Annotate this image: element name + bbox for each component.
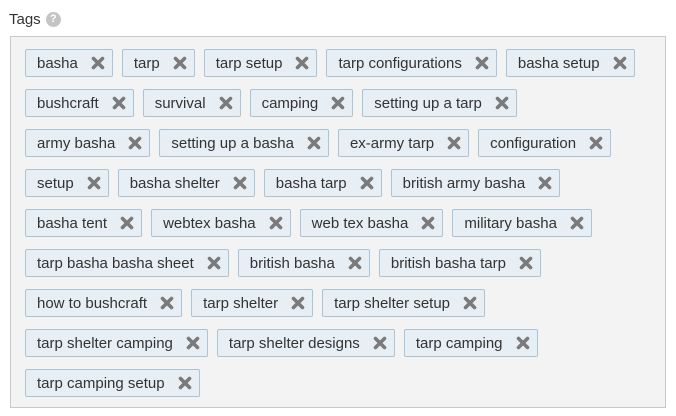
close-icon[interactable] <box>360 176 374 190</box>
close-icon[interactable] <box>178 376 192 390</box>
close-icon[interactable] <box>207 256 221 270</box>
close-icon[interactable] <box>373 336 387 350</box>
tag-chip: tarp shelter camping <box>25 329 208 357</box>
tag-chip: how to bushcraft <box>25 289 183 317</box>
close-icon[interactable] <box>516 336 530 350</box>
tag-label: survival <box>154 94 206 112</box>
tag-chip: configuration <box>478 129 612 157</box>
tag-label: tarp basha basha sheet <box>37 254 194 272</box>
close-icon[interactable] <box>91 56 105 70</box>
close-icon[interactable] <box>348 256 362 270</box>
tag-label: bushcraft <box>37 94 99 112</box>
close-icon[interactable] <box>291 296 305 310</box>
tag-label: army basha <box>37 134 116 152</box>
tag-label: tarp camping <box>415 334 503 352</box>
tag-label: british basha <box>249 254 335 272</box>
tag-label: how to bushcraft <box>37 294 148 312</box>
tag-chip: bushcraft <box>25 89 134 117</box>
tag-chip: webtex basha <box>151 209 291 237</box>
close-icon[interactable] <box>589 136 603 150</box>
close-icon[interactable] <box>120 216 134 230</box>
tag-label: british army basha <box>402 174 526 192</box>
close-icon[interactable] <box>331 96 345 110</box>
tag-chip: army basha <box>25 129 151 157</box>
tag-label: british basha tarp <box>390 254 506 272</box>
close-icon[interactable] <box>570 216 584 230</box>
tag-chip: basha setup <box>505 49 635 77</box>
tags-field-label: Tags <box>9 10 41 28</box>
tag-chip: tarp setup <box>203 49 318 77</box>
tag-chip: survival <box>142 89 241 117</box>
tag-chip: camping <box>249 89 354 117</box>
tag-label: tarp <box>133 54 160 72</box>
tags-label-row: Tags ? <box>9 9 61 29</box>
close-icon[interactable] <box>421 216 435 230</box>
tag-label: tarp shelter designs <box>228 334 360 352</box>
tag-label: basha tarp <box>275 174 347 192</box>
tag-chip: tarp shelter <box>191 289 314 317</box>
close-icon[interactable] <box>269 216 283 230</box>
tag-chip: setting up a tarp <box>362 89 517 117</box>
tag-chip: tarp shelter designs <box>216 329 395 357</box>
tag-chip: tarp shelter setup <box>322 289 486 317</box>
tag-chip: web tex basha <box>299 209 444 237</box>
close-icon[interactable] <box>186 336 200 350</box>
tag-label: setup <box>37 174 74 192</box>
tag-chip: british basha tarp <box>378 249 541 277</box>
close-icon[interactable] <box>87 176 101 190</box>
help-icon[interactable]: ? <box>45 11 61 27</box>
close-icon[interactable] <box>160 296 174 310</box>
tags-input-box[interactable]: basha tarp tarp setup tarp configurations ba… <box>10 36 666 408</box>
tag-chip: basha <box>25 49 113 77</box>
close-icon[interactable] <box>219 96 233 110</box>
close-icon[interactable] <box>538 176 552 190</box>
tag-chip: military basha <box>452 209 592 237</box>
tag-chip: basha shelter <box>117 169 255 197</box>
tag-chip: setting up a basha <box>159 129 329 157</box>
close-icon[interactable] <box>307 136 321 150</box>
tag-chip: basha tent <box>25 209 143 237</box>
tag-label: military basha <box>464 214 557 232</box>
close-icon[interactable] <box>447 136 461 150</box>
tag-label: ex-army tarp <box>349 134 435 152</box>
close-icon[interactable] <box>173 56 187 70</box>
tag-label: tarp shelter setup <box>334 294 451 312</box>
tag-label: tarp shelter <box>203 294 279 312</box>
tag-chip: setup <box>25 169 109 197</box>
tag-chip: british basha <box>237 249 370 277</box>
tag-label: camping <box>261 94 319 112</box>
tag-label: basha tent <box>37 214 108 232</box>
tag-label: webtex basha <box>163 214 256 232</box>
tag-label: basha <box>37 54 78 72</box>
tag-chip: british army basha <box>390 169 561 197</box>
close-icon[interactable] <box>475 56 489 70</box>
close-icon[interactable] <box>233 176 247 190</box>
close-icon[interactable] <box>112 96 126 110</box>
tag-chip: ex-army tarp <box>337 129 470 157</box>
tag-label: tarp configurations <box>338 54 462 72</box>
tag-chip: tarp <box>121 49 195 77</box>
tag-label: setting up a tarp <box>374 94 482 112</box>
tag-label: basha shelter <box>129 174 220 192</box>
tag-chip: tarp camping setup <box>25 369 200 397</box>
tag-chip: basha tarp <box>263 169 382 197</box>
tag-label: web tex basha <box>311 214 409 232</box>
tag-label: basha setup <box>517 54 600 72</box>
tag-label: setting up a basha <box>171 134 294 152</box>
tag-label: tarp setup <box>215 54 283 72</box>
close-icon[interactable] <box>613 56 627 70</box>
close-icon[interactable] <box>128 136 142 150</box>
close-icon[interactable] <box>295 56 309 70</box>
tag-chip: tarp configurations <box>326 49 497 77</box>
close-icon[interactable] <box>519 256 533 270</box>
close-icon[interactable] <box>495 96 509 110</box>
tag-label: configuration <box>490 134 577 152</box>
tag-label: tarp camping setup <box>37 374 165 392</box>
close-icon[interactable] <box>463 296 477 310</box>
tag-chip: tarp basha basha sheet <box>25 249 229 277</box>
tag-label: tarp shelter camping <box>37 334 173 352</box>
tag-chip: tarp camping <box>403 329 538 357</box>
